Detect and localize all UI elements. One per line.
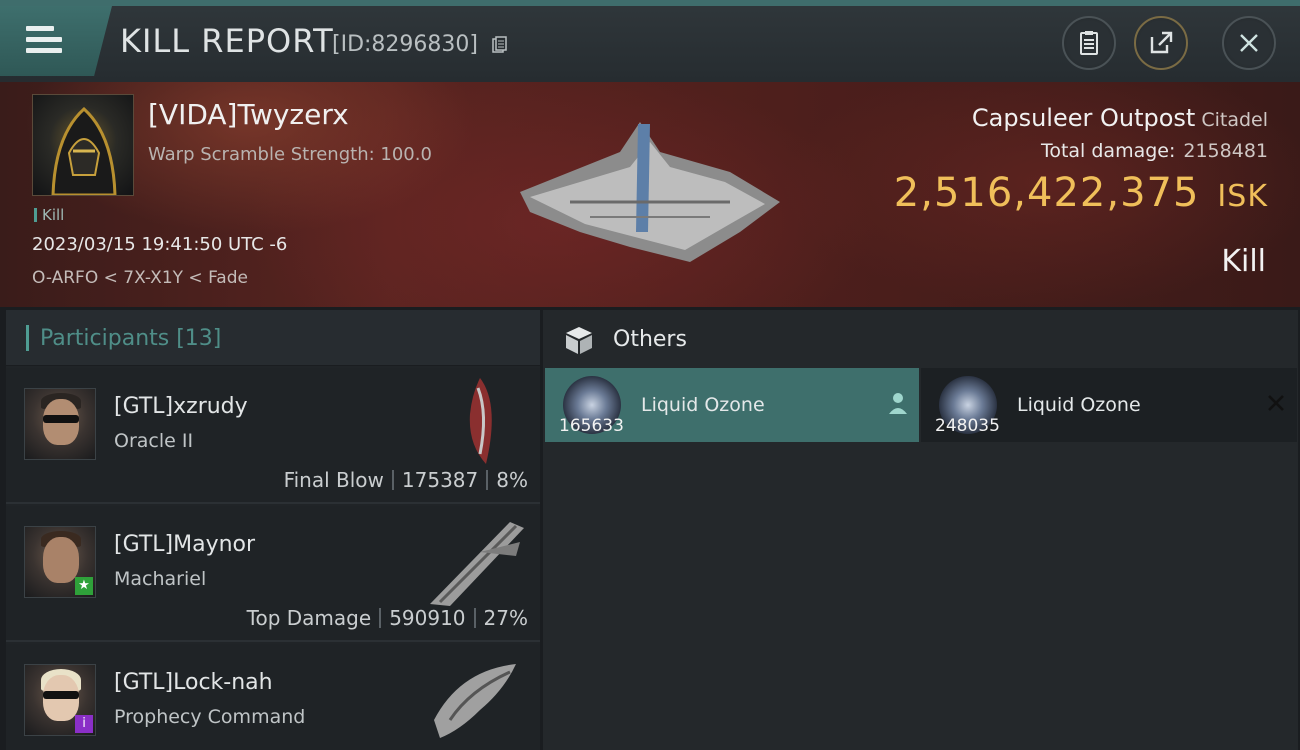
avatar: i: [24, 664, 96, 736]
participant-name: [GTL]xzrudy: [114, 394, 248, 419]
top-bar: KILL REPORT [ID:8296830]: [0, 0, 1300, 82]
participant-ship: Machariel: [114, 568, 207, 590]
participant-row[interactable]: ★ [GTL]Maynor Machariel Top Damage 590910…: [6, 506, 540, 642]
participant-role: Final Blow: [283, 468, 384, 492]
participant-stats: Top Damage 590910 27%: [247, 606, 528, 630]
item-name: Liquid Ozone: [1017, 394, 1141, 416]
isk-value: 2,516,422,375 ISK: [894, 170, 1268, 216]
participants-panel: Participants [13] [GTL]xzrudy Oracle II …: [6, 310, 540, 750]
participants-title: Participants [13]: [40, 326, 222, 351]
kill-timestamp: 2023/03/15 19:41:50 UTC -6: [32, 234, 288, 255]
close-button[interactable]: [1222, 16, 1276, 70]
page-title: KILL REPORT: [120, 22, 334, 60]
victim-name[interactable]: [VIDA]Twyzerx: [148, 98, 349, 131]
kill-summary-banner: [VIDA]Twyzerx Warp Scramble Strength: 10…: [0, 82, 1300, 307]
clipboard-icon: [1080, 31, 1098, 55]
ship-image: [469, 378, 492, 464]
item-quantity: 165633: [559, 416, 624, 436]
citadel-image: [520, 122, 780, 262]
participant-name: [GTL]Maynor: [114, 532, 256, 557]
others-panel: Others 165633 Liquid Ozone 248035 Liquid…: [543, 310, 1298, 750]
others-title: Others: [613, 327, 687, 352]
cube-icon: [566, 327, 592, 354]
ship-image: [434, 664, 516, 738]
participant-row[interactable]: [GTL]xzrudy Oracle II Final Blow 175387 8%: [6, 368, 540, 504]
participant-stats: Final Blow 175387 8%: [284, 468, 528, 492]
menu-button[interactable]: [0, 6, 112, 76]
victim-avatar: [32, 94, 134, 196]
kill-location[interactable]: O-ARFO < 7X-X1Y < Fade: [32, 268, 248, 288]
avatar: [24, 388, 96, 460]
ship-image: [430, 522, 524, 606]
isk-amount: 2,516,422,375: [893, 170, 1200, 216]
star-icon: ★: [75, 577, 93, 595]
participant-ship: Prophecy Command: [114, 706, 306, 728]
item-name: Liquid Ozone: [641, 394, 765, 416]
cargo-item[interactable]: 165633 Liquid Ozone: [545, 368, 919, 442]
participant-row[interactable]: i [GTL]Lock-nah Prophecy Command: [6, 644, 540, 750]
info-icon: i: [75, 715, 93, 733]
participants-header: Participants [13]: [6, 310, 540, 366]
person-icon: [889, 393, 907, 414]
destroyed-icon: [1268, 395, 1284, 411]
top-accent-line: [0, 0, 1300, 6]
participant-damage: 175387: [401, 468, 479, 492]
participant-role: Top Damage: [246, 606, 372, 630]
report-id: [ID:8296830]: [332, 32, 478, 57]
total-damage-label: Total damage:: [1040, 140, 1176, 162]
cargo-item[interactable]: 248035 Liquid Ozone: [921, 368, 1297, 442]
share-icon: [1150, 31, 1173, 54]
victim-subtitle: Warp Scramble Strength: 100.0: [148, 144, 432, 165]
copy-icon[interactable]: [492, 36, 508, 54]
hamburger-icon: [26, 26, 62, 54]
isk-unit: ISK: [1217, 179, 1268, 214]
participant-name: [GTL]Lock-nah: [114, 670, 273, 695]
header-accent: [26, 325, 29, 351]
total-damage: Total damage: 2158481: [1041, 140, 1268, 162]
participant-percent: 8%: [496, 468, 528, 492]
close-icon: [1240, 34, 1258, 52]
avatar: ★: [24, 526, 96, 598]
participant-percent: 27%: [483, 606, 528, 630]
target-class: Citadel: [1201, 109, 1268, 131]
participant-damage: 590910: [389, 606, 466, 630]
item-quantity: 248035: [935, 416, 1000, 436]
target-name[interactable]: Capsuleer Outpost Citadel: [972, 104, 1268, 132]
share-button[interactable]: [1134, 16, 1188, 70]
target-name-label: Capsuleer Outpost: [971, 104, 1196, 132]
kill-result: Kill: [1221, 244, 1266, 279]
total-damage-value: 2158481: [1183, 140, 1268, 162]
others-header: Others: [543, 310, 1298, 368]
clipboard-button[interactable]: [1062, 16, 1116, 70]
participant-ship: Oracle II: [114, 430, 194, 452]
kill-tag: Kill: [34, 206, 64, 224]
